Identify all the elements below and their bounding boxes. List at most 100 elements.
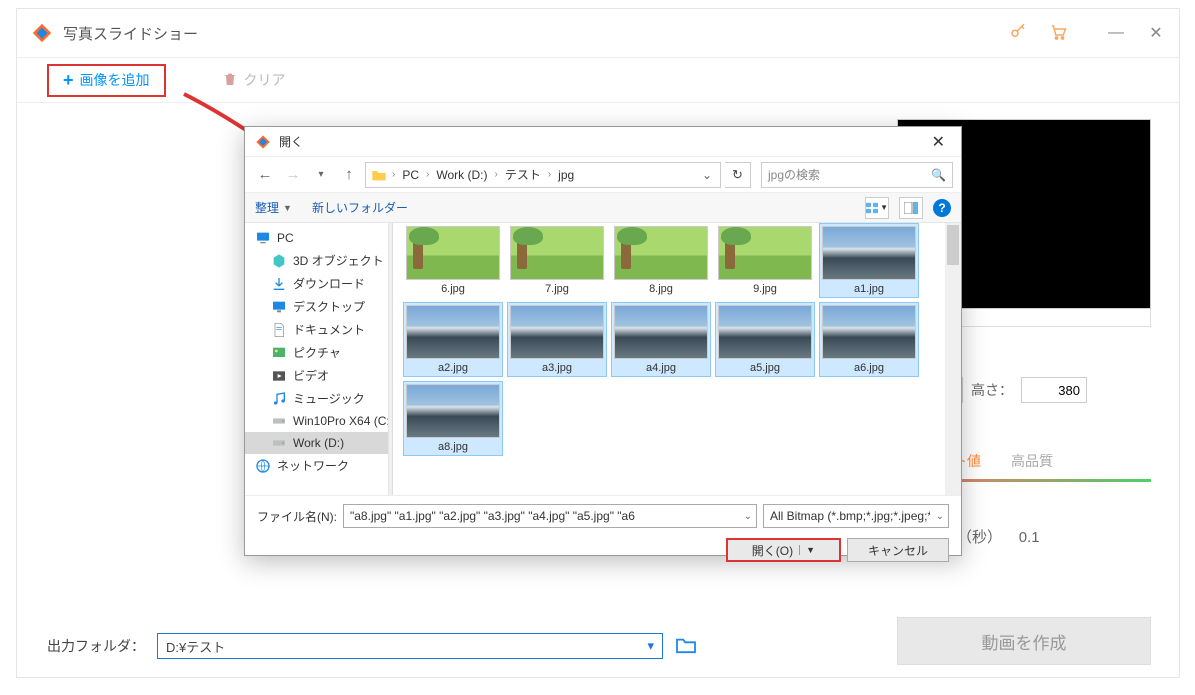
nav-back-button[interactable]: ← bbox=[253, 163, 277, 187]
height-input[interactable] bbox=[1021, 377, 1087, 403]
pc-icon bbox=[255, 230, 271, 246]
tree-item[interactable]: Win10Pro X64 (C:) bbox=[245, 410, 388, 432]
tree-item-label: ダウンロード bbox=[293, 275, 365, 292]
dialog-close-button[interactable]: ✕ bbox=[926, 132, 951, 152]
thumbnail bbox=[510, 226, 604, 280]
thumbnail bbox=[614, 305, 708, 359]
file-name-label: 6.jpg bbox=[441, 283, 465, 295]
chevron-down-icon: ▾ bbox=[647, 638, 654, 654]
download-icon bbox=[271, 276, 287, 292]
nav-forward-button[interactable]: → bbox=[281, 163, 305, 187]
tree-item-label: ミュージック bbox=[293, 390, 365, 407]
tree-item-label: ビデオ bbox=[293, 367, 329, 384]
breadcrumb-dropdown[interactable]: ⌄ bbox=[698, 168, 716, 182]
folder-icon bbox=[370, 166, 388, 184]
file-tile[interactable]: a8.jpg bbox=[403, 381, 503, 456]
file-open-dialog: 開く ✕ ← → ▾ ↑ › PC › Work (D:) › テスト › jp… bbox=[244, 126, 962, 556]
breadcrumb-item[interactable]: jpg bbox=[555, 168, 577, 182]
output-folder-value: D:¥テスト bbox=[166, 637, 225, 656]
cancel-button[interactable]: キャンセル bbox=[847, 538, 949, 562]
tree-item[interactable]: ビデオ bbox=[245, 364, 388, 387]
file-tile[interactable]: 9.jpg bbox=[715, 223, 815, 298]
tree-item[interactable]: 3D オブジェクト bbox=[245, 249, 388, 272]
tree-item[interactable]: ネットワーク bbox=[245, 454, 388, 477]
key-icon[interactable] bbox=[1009, 22, 1027, 45]
filetype-select[interactable]: All Bitmap (*.bmp;*.jpg;*.jpeg;* ⌄ bbox=[763, 504, 949, 528]
tree-item-label: 3D オブジェクト bbox=[293, 252, 384, 269]
scrollbar[interactable] bbox=[945, 223, 961, 495]
breadcrumb-item[interactable]: Work (D:) bbox=[433, 168, 490, 182]
file-tile[interactable]: a5.jpg bbox=[715, 302, 815, 377]
quality-high-label[interactable]: 高品質 bbox=[1011, 451, 1053, 471]
file-tile[interactable]: 7.jpg bbox=[507, 223, 607, 298]
tree-item[interactable]: ピクチャ bbox=[245, 341, 388, 364]
thumbnail bbox=[718, 226, 812, 280]
dialog-footer: ファイル名(N): "a8.jpg" "a1.jpg" "a2.jpg" "a3… bbox=[245, 495, 961, 570]
organize-menu[interactable]: 整理▼ bbox=[255, 199, 292, 216]
main-toolbar: + 画像を追加 クリア bbox=[17, 57, 1179, 103]
video-icon bbox=[271, 368, 287, 384]
tree-item-label: ピクチャ bbox=[293, 344, 341, 361]
drive-icon bbox=[271, 435, 287, 451]
output-folder-select[interactable]: D:¥テスト ▾ bbox=[157, 633, 663, 659]
file-tile[interactable]: a6.jpg bbox=[819, 302, 919, 377]
tree-item[interactable]: ダウンロード bbox=[245, 272, 388, 295]
file-name-label: 8.jpg bbox=[649, 283, 673, 295]
cart-icon[interactable] bbox=[1049, 23, 1067, 44]
drive-icon bbox=[271, 413, 287, 429]
help-button[interactable]: ? bbox=[933, 199, 951, 217]
add-image-button[interactable]: + 画像を追加 bbox=[47, 64, 166, 97]
breadcrumb-item[interactable]: テスト bbox=[502, 166, 544, 183]
dialog-title: 開く bbox=[279, 133, 926, 150]
tree-item[interactable]: Work (D:) bbox=[245, 432, 388, 454]
refresh-button[interactable]: ↻ bbox=[725, 162, 751, 188]
thumbnail bbox=[406, 384, 500, 438]
file-tile[interactable]: a2.jpg bbox=[403, 302, 503, 377]
desktop-icon bbox=[271, 299, 287, 315]
breadcrumb[interactable]: › PC › Work (D:) › テスト › jpg ⌄ bbox=[365, 162, 721, 188]
tree-item-label: PC bbox=[277, 231, 294, 245]
duration-value: 0.1 bbox=[1019, 529, 1040, 546]
tree-item[interactable]: ミュージック bbox=[245, 387, 388, 410]
tree-item-label: Win10Pro X64 (C:) bbox=[293, 414, 389, 428]
search-input[interactable]: jpgの検索 🔍 bbox=[761, 162, 953, 188]
close-button[interactable]: ✕ bbox=[1147, 24, 1165, 42]
file-tile[interactable]: a3.jpg bbox=[507, 302, 607, 377]
folder-tree[interactable]: PC 3D オブジェクトダウンロードデスクトップドキュメントピクチャビデオミュージ… bbox=[245, 223, 389, 495]
preview-pane-button[interactable] bbox=[899, 197, 923, 219]
minimize-button[interactable]: — bbox=[1107, 24, 1125, 42]
breadcrumb-item[interactable]: PC bbox=[399, 168, 422, 182]
create-video-button[interactable]: 動画を作成 bbox=[897, 617, 1151, 665]
tree-item[interactable]: ドキュメント bbox=[245, 318, 388, 341]
clear-label: クリア bbox=[244, 70, 286, 90]
add-image-label: 画像を追加 bbox=[80, 70, 150, 90]
tree-item-label: デスクトップ bbox=[293, 298, 365, 315]
file-tile[interactable]: a4.jpg bbox=[611, 302, 711, 377]
file-tile[interactable]: a1.jpg bbox=[819, 223, 919, 298]
app-icon bbox=[31, 22, 53, 44]
thumbnail bbox=[614, 226, 708, 280]
view-mode-button[interactable]: ▼ bbox=[865, 197, 889, 219]
file-grid[interactable]: 6.jpg 7.jpg 8.jpg 9.jpga1.jpg a2.jpg a3.jpg a4… bbox=[393, 223, 961, 462]
nav-up-button[interactable]: ↑ bbox=[337, 163, 361, 187]
filename-input[interactable]: "a8.jpg" "a1.jpg" "a2.jpg" "a3.jpg" "a4.… bbox=[343, 504, 757, 528]
file-name-label: a8.jpg bbox=[438, 441, 468, 453]
new-folder-button[interactable]: 新しいフォルダー bbox=[312, 199, 408, 216]
nav-recent-button[interactable]: ▾ bbox=[309, 163, 333, 187]
tree-item[interactable]: デスクトップ bbox=[245, 295, 388, 318]
dialog-app-icon bbox=[255, 134, 271, 150]
file-tile[interactable]: 8.jpg bbox=[611, 223, 711, 298]
tree-item[interactable]: PC bbox=[245, 227, 388, 249]
music-icon bbox=[271, 391, 287, 407]
browse-folder-button[interactable] bbox=[675, 636, 697, 657]
thumbnail bbox=[718, 305, 812, 359]
search-icon: 🔍 bbox=[931, 168, 946, 182]
output-folder-label: 出力フォルダ： bbox=[47, 636, 145, 656]
thumbnail bbox=[822, 305, 916, 359]
file-tile[interactable]: 6.jpg bbox=[403, 223, 503, 298]
net-icon bbox=[255, 458, 271, 474]
pic-icon bbox=[271, 345, 287, 361]
open-button[interactable]: 開く(O) ▼ bbox=[726, 538, 841, 562]
file-name-label: a3.jpg bbox=[542, 362, 572, 374]
clear-button[interactable]: クリア bbox=[222, 70, 286, 90]
